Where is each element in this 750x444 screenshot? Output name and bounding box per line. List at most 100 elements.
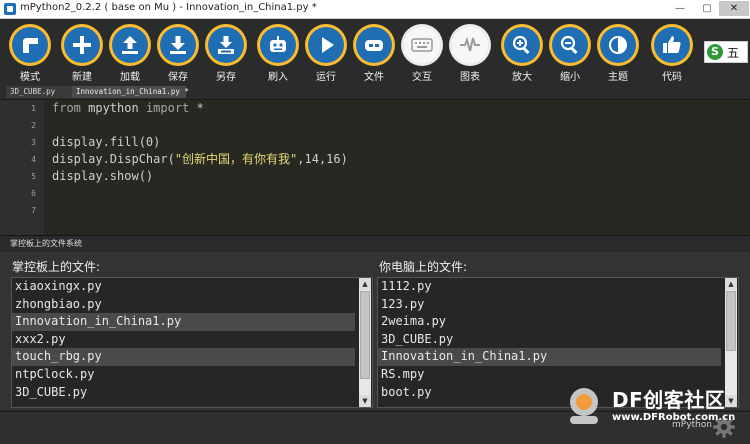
scroll-down-arrow[interactable]: ▼ [359, 395, 371, 407]
save-as-button-label: 另存 [216, 72, 236, 83]
code-fragment: display.DispChar( [52, 152, 175, 166]
maximize-button[interactable]: ▢ [694, 1, 720, 16]
zoom-out-button[interactable]: 缩小 [548, 24, 592, 83]
line-number: 3 [31, 138, 36, 147]
scroll-up-arrow[interactable]: ▲ [359, 278, 371, 290]
zoom-in-button-label: 放大 [512, 72, 532, 83]
code-fragment: ,14,16) [297, 152, 348, 166]
device-file-item[interactable]: ntpClock.py [12, 366, 355, 384]
ime-indicator[interactable]: S 五 [704, 41, 748, 63]
theme-button-label: 主题 [608, 72, 628, 83]
new-button[interactable]: 新建 [60, 24, 104, 83]
load-button[interactable]: 加载 [108, 24, 152, 83]
keyword: from [52, 101, 81, 115]
device-files-label: 掌控板上的文件: [12, 260, 101, 274]
thumbs-up-icon [663, 36, 681, 53]
close-button[interactable]: ✕ [719, 1, 749, 16]
device-list-scrollbar[interactable]: ▲ ▼ [359, 278, 371, 407]
code-fragment: mpython [80, 101, 146, 115]
dfrobot-watermark: DF创客社区 www.DFRobot.com.cn [560, 382, 750, 430]
zoom-in-icon [512, 35, 530, 55]
new-button-label: 新建 [72, 72, 92, 83]
tab-3d-cube[interactable]: 3D_CUBE.py [6, 86, 76, 98]
device-file-list[interactable]: xiaoxingx.py zhongbiao.py Innovation_in_… [11, 277, 373, 408]
zoom-out-icon [560, 35, 578, 55]
robot-icon [270, 36, 286, 52]
title-bar: mPython2_0.2.2 ( base on Mu ) - Innovati… [0, 0, 750, 19]
filesystem-pane-header: 掌控板上的文件系统 [0, 235, 750, 252]
local-files-label: 你电脑上的文件: [379, 260, 468, 274]
keyword: import [145, 101, 190, 115]
flash-button-label: 刷入 [268, 72, 288, 83]
pulse-icon [460, 36, 480, 52]
filesystem-pane-title: 掌控板上的文件系统 [10, 239, 82, 248]
line-number: 7 [31, 206, 36, 215]
mode-icon [23, 38, 38, 53]
save-button[interactable]: 保存 [156, 24, 200, 83]
code-line-4: display.DispChar("创新中国，有你有我",14,16) [52, 151, 348, 168]
string-literal: "创新中国，有你有我" [174, 152, 298, 166]
local-file-item-selected[interactable]: Innovation_in_China1.py [378, 348, 721, 366]
line-number: 5 [31, 172, 36, 181]
play-icon [322, 37, 334, 53]
gamepad-icon [365, 40, 383, 51]
plotter-button-label: 图表 [460, 72, 480, 83]
code-editor[interactable]: 1 2 3 4 5 6 7 from mpython import * disp… [0, 99, 750, 235]
upload-icon [122, 36, 138, 54]
contrast-icon [609, 36, 627, 54]
save-button-label: 保存 [168, 72, 188, 83]
tab-bar: 3D_CUBE.py Innovation_in_China1.py * [0, 86, 750, 98]
line-number: 2 [31, 121, 36, 130]
toolbar: 模式 新建 加载 保存 另存 刷入 运行 文件 交互 图表 放大 缩小 主题 代… [0, 19, 750, 85]
scroll-up-arrow[interactable]: ▲ [725, 278, 737, 290]
watermark-url: www.DFRobot.com.cn [612, 412, 736, 423]
theme-button[interactable]: 主题 [596, 24, 640, 83]
minimize-button[interactable]: — [667, 1, 693, 16]
tab-innovation-in-china1[interactable]: Innovation_in_China1.py * [72, 86, 189, 98]
line-number-gutter: 1 2 3 4 5 6 7 [0, 100, 44, 235]
plotter-button[interactable]: 图表 [448, 24, 492, 83]
save-as-button[interactable]: 另存 [204, 24, 248, 83]
local-file-item[interactable]: 3D_CUBE.py [378, 331, 721, 349]
window-title: mPython2_0.2.2 ( base on Mu ) - Innovati… [20, 2, 317, 13]
device-file-item-selected[interactable]: Innovation_in_China1.py [12, 313, 355, 331]
line-number: 1 [31, 104, 36, 113]
check-button-label: 代码 [662, 72, 682, 83]
plus-icon [73, 36, 91, 54]
repl-button-label: 交互 [412, 72, 432, 83]
local-file-item[interactable]: 2weima.py [378, 313, 721, 331]
mode-button[interactable]: 模式 [8, 24, 52, 83]
save-as-icon [218, 36, 234, 54]
device-file-item[interactable]: xiaoxingx.py [12, 278, 355, 296]
local-file-item[interactable]: 123.py [378, 296, 721, 314]
mode-button-label: 模式 [20, 72, 40, 83]
dfrobot-logo-icon [570, 388, 598, 424]
code-line-5: display.show() [52, 169, 154, 183]
local-file-item[interactable]: RS.mpy [378, 366, 721, 384]
download-icon [170, 36, 186, 54]
line-number: 6 [31, 189, 36, 198]
keyboard-icon [411, 38, 433, 52]
files-button[interactable]: 文件 [352, 24, 396, 83]
ime-mode-text: 五 [727, 46, 740, 60]
code-line-1: from mpython import * [52, 100, 204, 117]
run-button[interactable]: 运行 [304, 24, 348, 83]
zoom-in-button[interactable]: 放大 [500, 24, 544, 83]
files-button-label: 文件 [364, 72, 384, 83]
line-number: 4 [31, 155, 36, 164]
device-file-item[interactable]: 3D_CUBE.py [12, 384, 355, 402]
zoom-out-button-label: 缩小 [560, 72, 580, 83]
repl-button[interactable]: 交互 [400, 24, 444, 83]
ime-logo-icon: S [707, 44, 723, 60]
device-file-item[interactable]: zhongbiao.py [12, 296, 355, 314]
device-file-item-selected[interactable]: touch_rbg.py [12, 348, 355, 366]
load-button-label: 加载 [120, 72, 140, 83]
device-file-item[interactable]: xxx2.py [12, 331, 355, 349]
scrollbar-thumb[interactable] [360, 291, 370, 379]
app-logo-icon [4, 3, 16, 15]
check-button[interactable]: 代码 [650, 24, 694, 83]
scrollbar-thumb[interactable] [726, 291, 736, 351]
flash-button[interactable]: 刷入 [256, 24, 300, 83]
local-file-item[interactable]: 1112.py [378, 278, 721, 296]
watermark-text: DF创客社区 [612, 388, 726, 412]
